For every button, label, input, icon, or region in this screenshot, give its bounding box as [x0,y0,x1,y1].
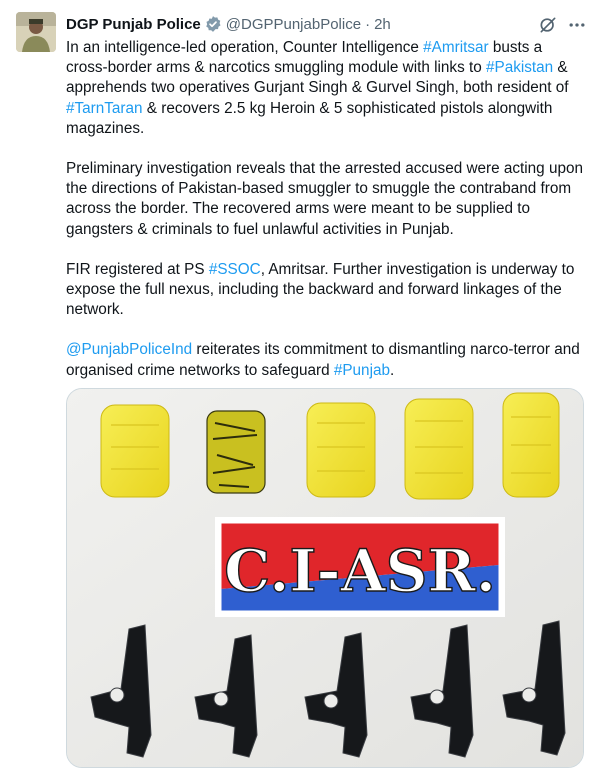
heroin-packet [404,398,474,500]
tweet-media-photo[interactable]: C.I-ASR. [66,388,584,768]
heroin-packet [206,410,266,494]
verified-badge-icon [204,15,222,33]
ci-asr-sign: C.I-ASR. [215,517,505,617]
text-segment: In an intelligence-led operation, Counte… [66,39,424,56]
sign-text: C.I-ASR. [224,537,496,605]
text-segment: . [389,361,395,379]
hashtag-link[interactable]: #SSOC [209,261,261,278]
tweet-header: DGP Punjab Police @DGPPunjabPolice · 2h [66,14,391,34]
author-name[interactable]: DGP Punjab Police [66,16,201,33]
hashtag-link[interactable]: #Pakistan [486,59,553,76]
tweet-paragraph-1: In an intelligence-led operation, Counte… [66,38,588,139]
tweet[interactable]: DGP Punjab Police @DGPPunjabPolice · 2h … [0,0,610,773]
tweet-paragraph-4: @PunjabPoliceInd reiterates its commitme… [66,340,588,380]
tweet-text: In an intelligence-led operation, Counte… [66,38,588,401]
more-icon[interactable] [566,14,588,36]
mention-link[interactable]: @PunjabPoliceInd [66,341,192,358]
heroin-packet [306,402,376,498]
tweet-paragraph-3: FIR registered at PS #SSOC, Amritsar. Fu… [66,260,588,321]
heroin-packet [502,392,560,498]
heroin-packet [100,404,170,498]
grok-icon[interactable] [537,14,559,36]
hashtag-link[interactable]: #TarnTaran [66,100,143,117]
hashtag-link[interactable]: #Amritsar [423,39,488,56]
avatar[interactable] [16,12,56,52]
timestamp[interactable]: 2h [374,16,391,33]
author-handle[interactable]: @DGPPunjabPolice [226,16,361,33]
tweet-paragraph-2: Preliminary investigation reveals that t… [66,160,583,238]
text-segment: FIR registered at PS [66,260,209,278]
separator-dot: · [365,15,371,33]
hashtag-link[interactable]: #Punjab [334,362,390,379]
